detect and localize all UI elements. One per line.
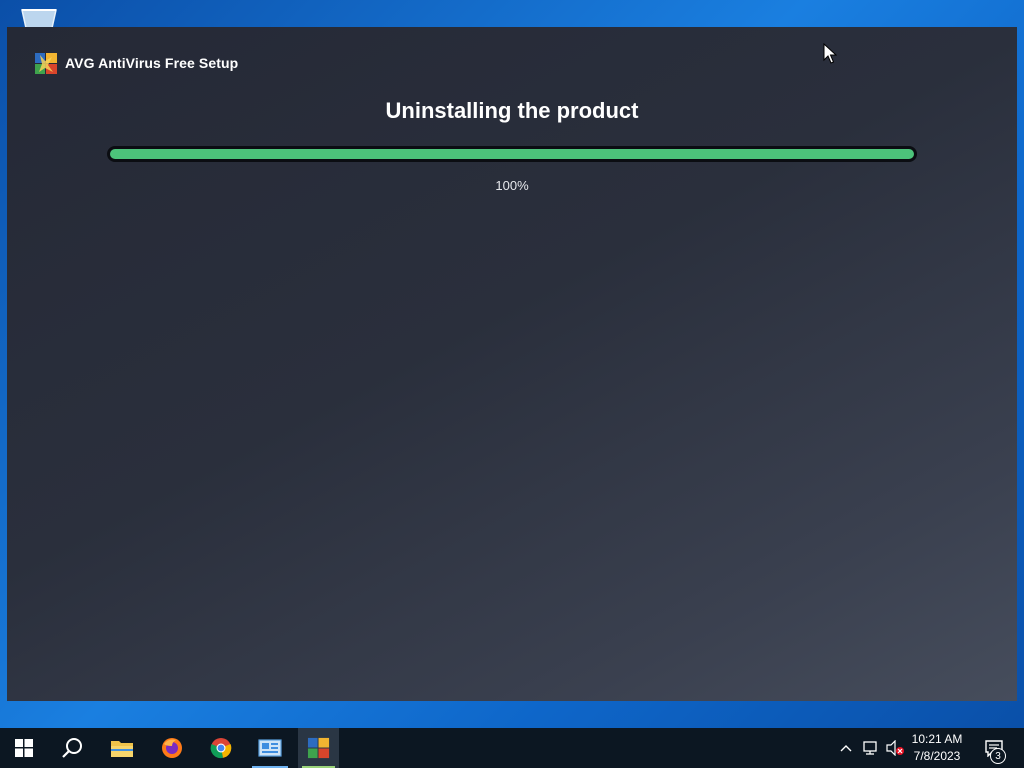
app-header: AVG AntiVirus Free Setup (34, 50, 238, 76)
firefox-button[interactable] (150, 728, 194, 768)
mouse-cursor-icon (823, 43, 837, 64)
taskbar: 10:21 AM 7/8/2023 3 (0, 728, 1024, 768)
firefox-icon (162, 738, 182, 758)
taskbar-clock[interactable]: 10:21 AM 7/8/2023 (902, 731, 972, 765)
search-button[interactable] (50, 728, 94, 768)
clock-time: 10:21 AM (911, 732, 963, 746)
search-icon (62, 738, 82, 758)
progress-percent-label: 100% (495, 178, 529, 193)
recycle-bin-icon[interactable] (18, 6, 60, 28)
folder-icon (111, 741, 133, 757)
windows-logo-icon (15, 739, 33, 757)
avg-setup-button[interactable] (298, 728, 339, 768)
chrome-button[interactable] (199, 728, 243, 768)
network-tray-button[interactable] (860, 728, 882, 768)
app-title: AVG AntiVirus Free Setup (65, 55, 239, 71)
file-explorer-button[interactable] (100, 728, 144, 768)
avg-setup-window: AVG AntiVirus Free Setup Uninstalling th… (7, 27, 1017, 701)
start-button[interactable] (2, 728, 46, 768)
control-panel-icon (258, 739, 282, 757)
page-title: Uninstalling the product (385, 98, 639, 123)
avg-logo-icon (307, 737, 329, 759)
progress-bar-fill (110, 149, 914, 159)
avg-logo-icon (35, 52, 57, 74)
clock-date: 7/8/2023 (913, 749, 961, 763)
chevron-up-icon (840, 745, 852, 752)
show-hidden-icons-button[interactable] (836, 728, 856, 768)
notification-count-badge: 3 (990, 748, 1006, 764)
progress-bar (107, 146, 917, 162)
chrome-icon (210, 738, 232, 759)
network-icon (863, 741, 877, 755)
control-panel-button[interactable] (248, 728, 292, 768)
